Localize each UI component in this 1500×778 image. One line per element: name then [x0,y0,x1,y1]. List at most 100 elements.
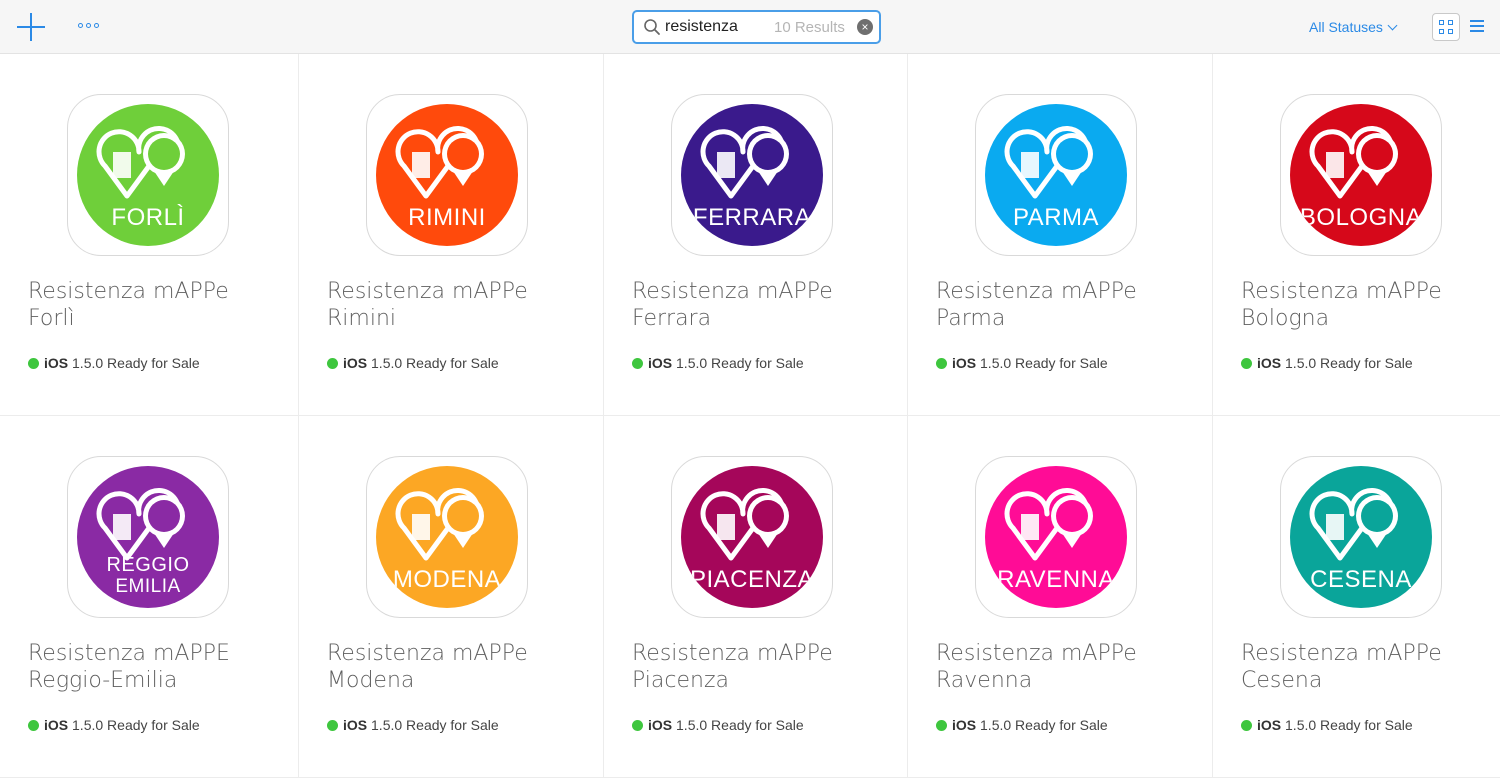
app-name-line1: Resistenza mAPPe [1241,641,1442,666]
app-tile[interactable]: PIACENZA Resistenza mAPPe Piacenza iOS 1… [604,416,908,778]
app-icon[interactable]: CESENA [1280,456,1442,618]
status-badge: iOS 1.5.0 Ready for Sale [327,355,499,371]
toolbar: 10 Results × All Statuses [0,0,1500,54]
status-badge: iOS 1.5.0 Ready for Sale [632,717,804,733]
app-tile[interactable]: PARMA Resistenza mAPPe Parma iOS 1.5.0 R… [908,54,1213,416]
platform-label: iOS [952,717,977,733]
status-filter-dropdown[interactable]: All Statuses [1309,19,1398,35]
app-name-line1: Resistenza mAPPe [1241,279,1442,304]
app-name[interactable]: Resistenza mAPPe Cesena [1241,640,1500,694]
app-name[interactable]: Resistenza mAPPE Reggio-Emilia [28,640,288,694]
status-dot-icon [632,358,643,369]
status-label: Ready for Sale [406,717,499,733]
app-tile[interactable]: FERRARA Resistenza mAPPe Ferrara iOS 1.5… [604,54,908,416]
version-label: 1.5.0 [371,717,403,733]
app-icon[interactable]: REGGIO EMILIA [67,456,229,618]
app-name[interactable]: Resistenza mAPPe Ravenna [936,640,1196,694]
app-icon[interactable]: FERRARA [671,94,833,256]
platform-label: iOS [648,355,673,371]
clear-search-icon[interactable]: × [857,19,873,35]
status-badge: iOS 1.5.0 Ready for Sale [1241,355,1413,371]
app-tile[interactable]: MODENA Resistenza mAPPe Modena iOS 1.5.0… [299,416,604,778]
platform-label: iOS [343,717,368,733]
app-icon[interactable]: MODENA [366,456,528,618]
app-name-line2: Rimini [327,306,396,331]
app-name-line2: Cesena [1241,668,1323,693]
app-name-line2: Forlì [28,306,75,331]
app-name[interactable]: Resistenza mAPPe Ferrara [632,278,892,332]
app-icon[interactable]: BOLOGNA [1280,94,1442,256]
app-icon-badge: FORLÌ [77,104,219,246]
status-label: Ready for Sale [711,355,804,371]
app-name[interactable]: Resistenza mAPPe Rimini [327,278,587,332]
version-label: 1.5.0 [1285,355,1317,371]
app-icon-city-label-line2: EMILIA [115,576,181,597]
status-badge: iOS 1.5.0 Ready for Sale [28,717,200,733]
search-icon [644,19,660,35]
app-name-line1: Resistenza mAPPe [632,641,833,666]
status-badge: iOS 1.5.0 Ready for Sale [632,355,804,371]
status-dot-icon [1241,358,1252,369]
status-dot-icon [936,358,947,369]
app-icon-badge: PARMA [985,104,1127,246]
status-dot-icon [327,720,338,731]
app-name[interactable]: Resistenza mAPPe Bologna [1241,278,1500,332]
app-icon-city-label: FERRARA [692,204,812,231]
status-label: Ready for Sale [406,355,499,371]
app-icon[interactable]: PARMA [975,94,1137,256]
app-name-line2: Ferrara [632,306,712,331]
platform-label: iOS [343,355,368,371]
app-icon-badge: CESENA [1290,466,1432,608]
status-label: Ready for Sale [1320,355,1413,371]
app-icon[interactable]: RIMINI [366,94,528,256]
app-tile[interactable]: RIMINI Resistenza mAPPe Rimini iOS 1.5.0… [299,54,604,416]
search-input[interactable] [665,18,775,36]
status-badge: iOS 1.5.0 Ready for Sale [28,355,200,371]
app-name[interactable]: Resistenza mAPPe Piacenza [632,640,892,694]
app-tile[interactable]: RAVENNA Resistenza mAPPe Ravenna iOS 1.5… [908,416,1213,778]
version-label: 1.5.0 [676,355,708,371]
list-view-icon[interactable] [1470,19,1486,33]
app-icon[interactable]: PIACENZA [671,456,833,618]
app-name-line2: Parma [936,306,1006,331]
status-dot-icon [28,358,39,369]
app-tile[interactable]: REGGIO EMILIA Resistenza mAPPE Reggio-Em… [0,416,299,778]
ellipsis-icon[interactable] [78,22,106,32]
platform-label: iOS [952,355,977,371]
status-label: Ready for Sale [1320,717,1413,733]
app-name-line1: Resistenza mAPPe [936,279,1137,304]
status-dot-icon [1241,720,1252,731]
app-icon-badge: RIMINI [376,104,518,246]
app-name[interactable]: Resistenza mAPPe Modena [327,640,587,694]
app-icon-badge: REGGIO EMILIA [77,466,219,608]
status-dot-icon [632,720,643,731]
grid-view-icon[interactable] [1432,13,1460,41]
app-tile[interactable]: FORLÌ Resistenza mAPPe Forlì iOS 1.5.0 R… [0,54,299,416]
app-icon-city-label: BOLOGNA [1299,204,1423,231]
app-name-line1: Resistenza mAPPe [327,641,528,666]
status-badge: iOS 1.5.0 Ready for Sale [1241,717,1413,733]
version-label: 1.5.0 [980,355,1012,371]
app-icon[interactable]: FORLÌ [67,94,229,256]
status-badge: iOS 1.5.0 Ready for Sale [327,717,499,733]
status-label: Ready for Sale [1015,355,1108,371]
version-label: 1.5.0 [72,717,104,733]
app-name-line2: Bologna [1241,306,1330,331]
app-icon-city-label: REGGIO [106,554,190,576]
search-field[interactable]: 10 Results × [632,10,881,44]
app-tile[interactable]: BOLOGNA Resistenza mAPPe Bologna iOS 1.5… [1213,54,1500,416]
app-icon-badge: PIACENZA [681,466,823,608]
version-label: 1.5.0 [371,355,403,371]
platform-label: iOS [44,355,69,371]
app-icon-city-label: PIACENZA [689,566,815,593]
app-icon[interactable]: RAVENNA [975,456,1137,618]
app-icon-badge: RAVENNA [985,466,1127,608]
app-name[interactable]: Resistenza mAPPe Parma [936,278,1196,332]
status-dot-icon [936,720,947,731]
plus-icon[interactable] [17,13,45,41]
search-results-count: 10 Results [774,19,845,36]
version-label: 1.5.0 [980,717,1012,733]
app-icon-city-label: PARMA [1012,204,1100,231]
app-tile[interactable]: CESENA Resistenza mAPPe Cesena iOS 1.5.0… [1213,416,1500,778]
app-name[interactable]: Resistenza mAPPe Forlì [28,278,288,332]
